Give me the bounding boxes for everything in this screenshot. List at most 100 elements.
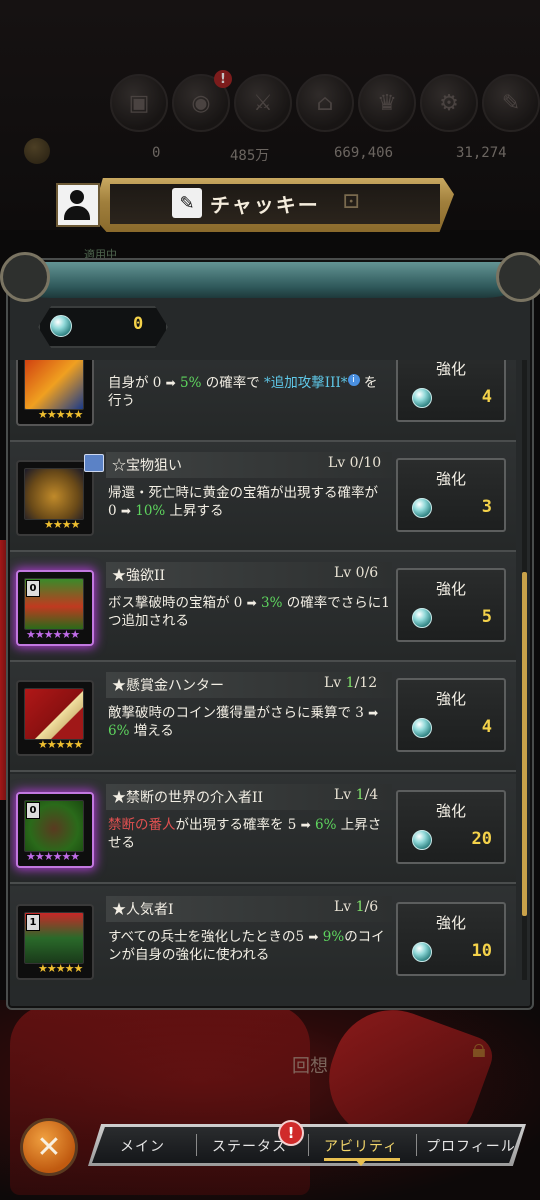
ability-title: ★懸賞金ハンター xyxy=(112,678,224,694)
tab-divider xyxy=(196,1134,197,1156)
ability-icon: ★★★★★ xyxy=(16,680,94,756)
gem-icon xyxy=(412,830,432,850)
close-button[interactable]: ✕ xyxy=(20,1118,78,1176)
trophy-icon[interactable]: ♛ xyxy=(358,74,416,132)
ability-title: ☆宝物狙い xyxy=(112,458,182,474)
enhance-label: 強化 xyxy=(435,470,466,488)
ability-description: ボス撃破時の宝箱が 0 ➡ 3% の確率でさらに1つ追加される xyxy=(108,594,390,630)
level-max: /10 xyxy=(358,455,382,471)
profile-button[interactable] xyxy=(56,183,100,227)
ability-level: Lv 0/6 xyxy=(334,565,378,581)
level-max: /6 xyxy=(364,565,379,581)
tab-status[interactable]: ステータス xyxy=(212,1136,287,1156)
alert-icon: ! xyxy=(278,1120,304,1146)
rarity-stars: ★★★★★★ xyxy=(26,628,80,641)
level-max: /4 xyxy=(364,787,379,803)
desc-text: 敵撃破時のコイン獲得量がさらに乗算で 3 xyxy=(108,705,369,721)
enhance-cost: 5 xyxy=(481,607,492,627)
enhance-label: 強化 xyxy=(435,580,466,598)
rarity-stars: ★★★★★★ xyxy=(26,850,80,863)
arrow-icon: ➡ xyxy=(165,376,176,390)
wrench-icon[interactable]: ✎ xyxy=(482,74,540,132)
ability-icon: 0 ★★★★★★ xyxy=(16,792,94,868)
ability-row: 0 ★★★★★★ ★禁断の世界の介入者II Lv 1/4 禁断の番人が出現する確… xyxy=(10,774,516,884)
desc-text: 増える xyxy=(129,723,174,739)
desc-value: 6% xyxy=(108,723,130,739)
book-icon xyxy=(84,454,104,472)
arrow-icon: ➡ xyxy=(308,930,319,944)
level-prefix: Lv xyxy=(328,455,350,471)
edit-name-icon[interactable]: ✎ xyxy=(172,188,202,218)
gem-count: 0 xyxy=(133,314,144,334)
ability-description: 禁断の番人が出現する確率を 5 ➡ 6% 上昇させる xyxy=(108,816,390,852)
gear-icon[interactable]: ⚙ xyxy=(420,74,478,132)
scrollbar-thumb[interactable] xyxy=(522,572,527,916)
enhance-button[interactable]: 強化 3 xyxy=(396,458,506,532)
info-icon[interactable]: i xyxy=(347,374,360,386)
top-icon-row: ▣ ◉! ⚔ ⌂ ♛ ⚙ ✎ xyxy=(110,70,540,136)
enhance-cost: 10 xyxy=(471,941,492,961)
chest-icon[interactable]: ▣ xyxy=(110,74,168,132)
level-current: 0 xyxy=(349,455,359,471)
tab-divider xyxy=(416,1134,417,1156)
gem-icon xyxy=(412,942,432,962)
ability-row: ★★★★★ 自身が 0 ➡ 5% の確率で *追加攻撃III* i を行う 強化 … xyxy=(10,360,516,442)
ability-icon: 1 ★★★★★ xyxy=(16,904,94,980)
enhance-button[interactable]: 強化 10 xyxy=(396,902,506,976)
desc-value: 9% xyxy=(322,929,345,945)
desc-keyword[interactable]: *追加攻撃III* xyxy=(264,375,348,391)
ability-title: ★人気者I xyxy=(112,902,174,918)
gem-icon xyxy=(50,315,72,337)
rarity-stars: ★★★★★ xyxy=(38,738,83,751)
desc-text: ボス撃破時の宝箱が 0 xyxy=(108,595,247,611)
arrow-icon: ➡ xyxy=(300,818,311,832)
ability-icon: 0 ★★★★★★ xyxy=(16,570,94,646)
enhance-button[interactable]: 強化 4 xyxy=(396,360,506,422)
level-current: 1 xyxy=(345,675,355,691)
level-prefix: Lv xyxy=(324,675,346,691)
character-name: チャッキー xyxy=(210,193,320,217)
tab-ability[interactable]: アビリティ xyxy=(324,1136,398,1156)
chevron-down-icon xyxy=(354,1158,368,1166)
gift-icon[interactable]: ◉! xyxy=(172,70,232,132)
ability-level: Lv 0/10 xyxy=(328,455,381,471)
currency-value: 31,274 xyxy=(456,145,507,161)
enhance-button[interactable]: 強化 4 xyxy=(396,678,506,752)
padlock-icon[interactable]: ⊡ xyxy=(342,189,360,214)
desc-text: の確率で xyxy=(201,375,265,391)
ability-list[interactable]: ★★★★★ 自身が 0 ➡ 5% の確率で *追加攻撃III* i を行う 強化 … xyxy=(10,360,516,986)
rarity-stars: ★★★★ xyxy=(44,518,80,531)
alert-icon: ! xyxy=(214,70,232,88)
gem-icon xyxy=(412,718,432,738)
rarity-stars: ★★★★★ xyxy=(38,962,83,975)
currency-value: 485万 xyxy=(230,148,270,164)
sword-icon[interactable]: ⚔ xyxy=(234,74,292,132)
desc-value: 10% xyxy=(135,503,166,519)
enhance-cost: 20 xyxy=(471,829,492,849)
enhance-button[interactable]: 強化 5 xyxy=(396,568,506,642)
enhance-cost: 4 xyxy=(481,717,492,737)
level-current: 0 xyxy=(355,565,365,581)
rarity-stars: ★★★★★ xyxy=(38,408,83,421)
level-badge: 0 xyxy=(26,580,40,597)
bounty-poster-icon xyxy=(24,688,84,740)
enhance-label: 強化 xyxy=(435,914,466,932)
currency-value: 669,406 xyxy=(334,145,394,161)
ability-level: Lv 1/6 xyxy=(334,899,378,915)
desc-text: 自身が 0 xyxy=(108,375,166,391)
enhance-cost: 4 xyxy=(481,387,492,407)
level-prefix: Lv xyxy=(334,565,356,581)
arrow-icon: ➡ xyxy=(120,504,131,518)
gem-icon xyxy=(412,388,432,408)
ability-level: Lv 1/12 xyxy=(324,675,377,691)
enhance-button[interactable]: 強化 20 xyxy=(396,790,506,864)
arrow-icon: ➡ xyxy=(368,706,379,720)
tab-main[interactable]: メイン xyxy=(120,1136,165,1156)
tab-profile[interactable]: プロフィール xyxy=(426,1136,516,1156)
level-current: 1 xyxy=(355,899,365,915)
ability-title: ★禁断の世界の介入者II xyxy=(112,790,264,806)
home-icon[interactable]: ⌂ xyxy=(296,74,354,132)
level-badge: 1 xyxy=(26,914,40,931)
ability-title: ★強欲II xyxy=(112,568,166,584)
desc-value: 6% xyxy=(315,817,337,833)
